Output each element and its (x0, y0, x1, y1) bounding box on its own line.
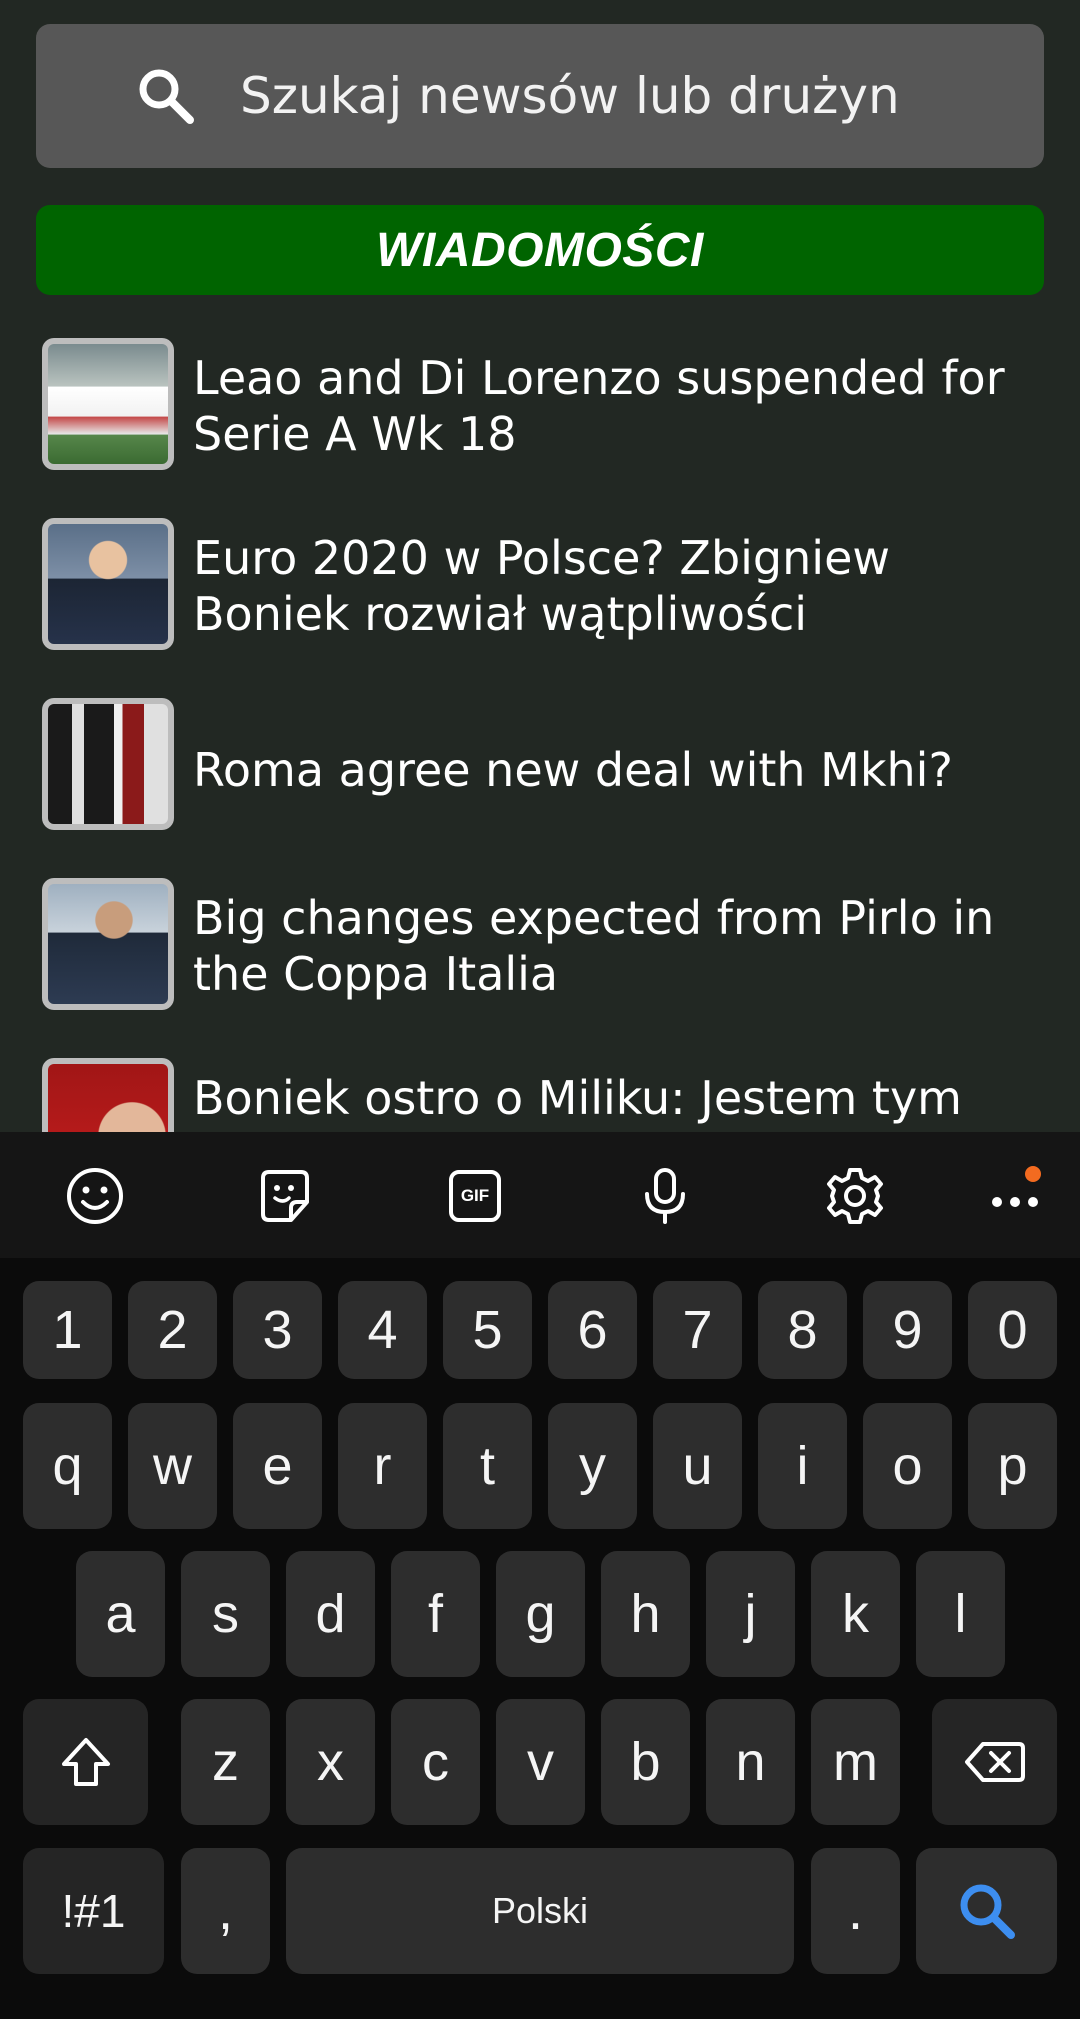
key-q[interactable]: q (23, 1403, 112, 1529)
key-u[interactable]: u (653, 1403, 742, 1529)
key-j[interactable]: j (706, 1551, 795, 1677)
news-item[interactable]: Leao and Di Lorenzo suspended for Serie … (0, 320, 1080, 500)
shift-key[interactable] (23, 1699, 148, 1825)
key-b[interactable]: b (601, 1699, 690, 1825)
gif-icon[interactable]: GIF (435, 1156, 515, 1236)
key-6[interactable]: 6 (548, 1281, 637, 1379)
news-list: Leao and Di Lorenzo suspended for Serie … (0, 320, 1080, 1132)
news-thumbnail (42, 338, 174, 470)
key-e[interactable]: e (233, 1403, 322, 1529)
key-v[interactable]: v (496, 1699, 585, 1825)
key-a[interactable]: a (76, 1551, 165, 1677)
news-title: Leao and Di Lorenzo suspended for Serie … (193, 351, 1005, 461)
settings-icon[interactable] (815, 1156, 895, 1236)
period-key[interactable]: . (811, 1848, 900, 1974)
key-g[interactable]: g (496, 1551, 585, 1677)
key-z[interactable]: z (181, 1699, 270, 1825)
key-4[interactable]: 4 (338, 1281, 427, 1379)
symbols-key[interactable]: !#1 (23, 1848, 164, 1974)
key-t[interactable]: t (443, 1403, 532, 1529)
key-7[interactable]: 7 (653, 1281, 742, 1379)
search-input[interactable]: Szukaj newsów lub drużyn (240, 67, 900, 125)
section-header: WIADOMOŚCI (36, 205, 1044, 295)
news-item[interactable]: Euro 2020 w Polsce? Zbigniew Boniek rozw… (0, 500, 1080, 680)
keyboard: 1 2 3 4 5 6 7 8 9 0 q w e r t y u i o p … (0, 1258, 1080, 2019)
news-item[interactable]: Big changes expected from Pirlo in the C… (0, 860, 1080, 1040)
more-icon[interactable] (975, 1156, 1055, 1236)
news-title: Boniek ostro o Miliku: Jestem tym (193, 1071, 962, 1125)
section-title: WIADOMOŚCI (376, 223, 704, 277)
key-0[interactable]: 0 (968, 1281, 1057, 1379)
key-8[interactable]: 8 (758, 1281, 847, 1379)
backspace-key[interactable] (932, 1699, 1057, 1825)
key-w[interactable]: w (128, 1403, 217, 1529)
comma-key[interactable]: , (181, 1848, 270, 1974)
key-f[interactable]: f (391, 1551, 480, 1677)
keyboard-toolbar: GIF (0, 1132, 1080, 1258)
news-title: Roma agree new deal with Mkhi? (193, 743, 953, 797)
key-y[interactable]: y (548, 1403, 637, 1529)
key-c[interactable]: c (391, 1699, 480, 1825)
sticker-icon[interactable] (245, 1156, 325, 1236)
space-key[interactable]: Polski (286, 1848, 794, 1974)
gif-label: GIF (460, 1186, 490, 1205)
news-title: Big changes expected from Pirlo in the C… (193, 891, 995, 1001)
key-x[interactable]: x (286, 1699, 375, 1825)
key-o[interactable]: o (863, 1403, 952, 1529)
news-item[interactable]: Boniek ostro o Miliku: Jestem tym (0, 1040, 1080, 1132)
key-l[interactable]: l (916, 1551, 1005, 1677)
shift-icon (61, 1738, 110, 1786)
key-h[interactable]: h (601, 1551, 690, 1677)
key-r[interactable]: r (338, 1403, 427, 1529)
search-bar[interactable]: Szukaj newsów lub drużyn (36, 24, 1044, 168)
key-1[interactable]: 1 (23, 1281, 112, 1379)
key-d[interactable]: d (286, 1551, 375, 1677)
key-p[interactable]: p (968, 1403, 1057, 1529)
notification-dot (1025, 1166, 1041, 1182)
key-n[interactable]: n (706, 1699, 795, 1825)
emoji-icon[interactable] (55, 1156, 135, 1236)
key-9[interactable]: 9 (863, 1281, 952, 1379)
search-icon (134, 64, 198, 128)
backspace-icon (964, 1742, 1025, 1782)
microphone-icon[interactable] (625, 1156, 705, 1236)
key-2[interactable]: 2 (128, 1281, 217, 1379)
news-thumbnail (42, 518, 174, 650)
news-thumbnail (42, 878, 174, 1010)
key-5[interactable]: 5 (443, 1281, 532, 1379)
news-thumbnail (42, 1058, 174, 1132)
news-item[interactable]: Roma agree new deal with Mkhi? (0, 680, 1080, 860)
news-thumbnail (42, 698, 174, 830)
search-icon (960, 1884, 1015, 1939)
key-k[interactable]: k (811, 1551, 900, 1677)
search-key[interactable] (916, 1848, 1057, 1974)
key-i[interactable]: i (758, 1403, 847, 1529)
key-m[interactable]: m (811, 1699, 900, 1825)
key-3[interactable]: 3 (233, 1281, 322, 1379)
key-s[interactable]: s (181, 1551, 270, 1677)
news-title: Euro 2020 w Polsce? Zbigniew Boniek rozw… (193, 531, 890, 641)
